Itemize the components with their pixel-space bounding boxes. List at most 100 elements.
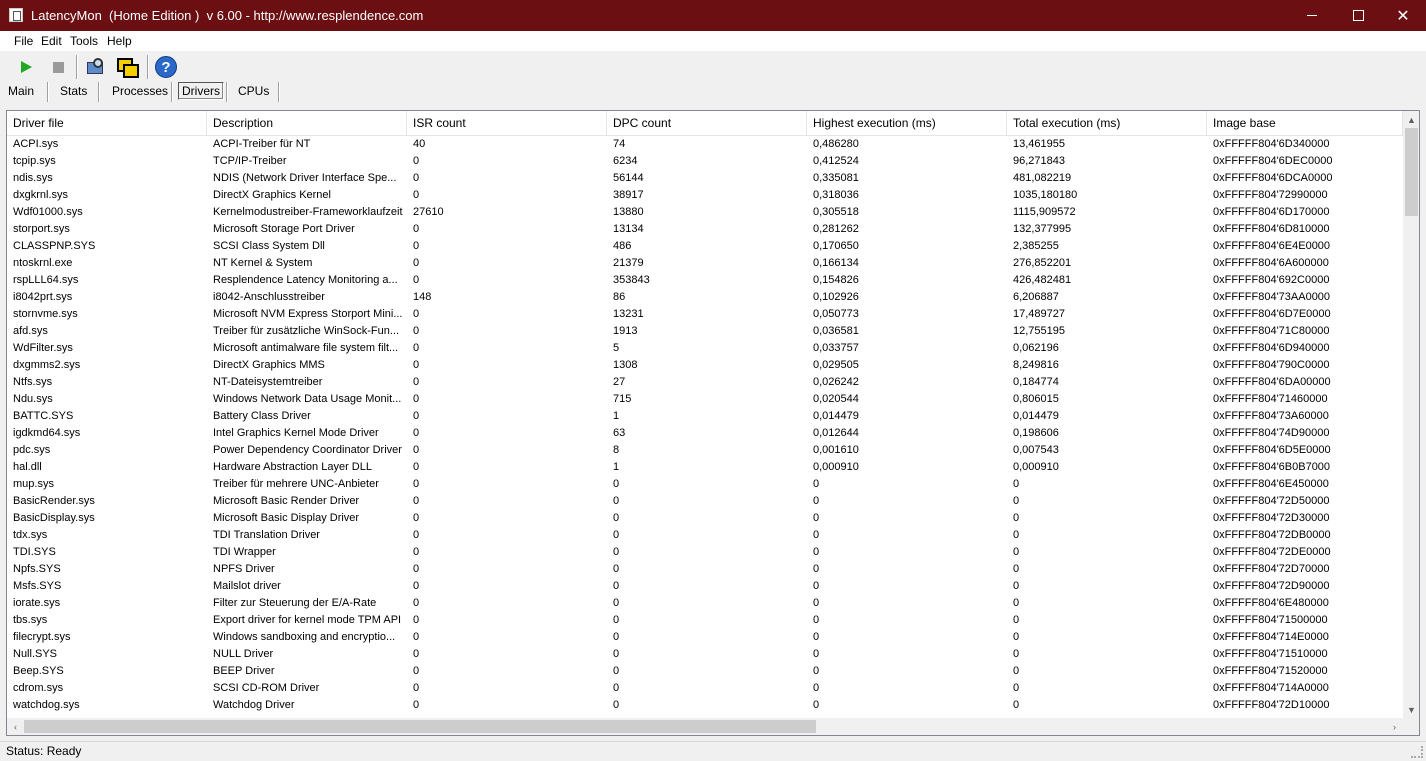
table-row[interactable]: Ntfs.sys NT-Dateisystemtreiber 0 27 0,026242… — [7, 374, 1403, 391]
vertical-scrollbar[interactable]: ▲ ▼ — [1403, 111, 1419, 718]
table-row[interactable]: cdrom.sys SCSI CD-ROM Driver 0 0 0 0 0xFFFFF80… — [7, 680, 1403, 697]
table-cell: 12,755195 — [1013, 325, 1065, 337]
menu-edit[interactable]: Edit — [41, 34, 62, 48]
table-row[interactable]: ntoskrnl.exe NT Kernel & System 0 21379 0,16… — [7, 255, 1403, 272]
table-row[interactable]: TDI.SYS TDI Wrapper 0 0 0 0 0xFFFFF804'72DE000… — [7, 544, 1403, 561]
menu-file[interactable]: File — [14, 34, 33, 48]
table-row[interactable]: Wdf01000.sys Kernelmodustreiber-Framework… — [7, 204, 1403, 221]
table-row[interactable]: ACPI.sys ACPI-Treiber für NT 40 74 0,486280 1… — [7, 136, 1403, 153]
table-row[interactable]: mup.sys Treiber für mehrere UNC-Anbieter 0… — [7, 476, 1403, 493]
table-row[interactable]: igdkmd64.sys Intel Graphics Kernel Mode D… — [7, 425, 1403, 442]
table-cell: TDI Translation Driver — [213, 529, 320, 541]
column-header[interactable]: ISR count — [407, 111, 607, 135]
table-row[interactable]: BasicRender.sys Microsoft Basic Render Dr… — [7, 493, 1403, 510]
table-cell: NDIS (Network Driver Interface Spe... — [213, 172, 397, 184]
table-cell: 27610 — [413, 206, 444, 218]
table-cell: 0xFFFFF804'72990000 — [1213, 189, 1328, 201]
menu-tools[interactable]: Tools — [70, 34, 98, 48]
tab-stats[interactable]: Stats — [60, 84, 87, 98]
table-row[interactable]: WdFilter.sys Microsoft antimalware file s… — [7, 340, 1403, 357]
table-cell: 0 — [1013, 512, 1020, 524]
table-row[interactable]: i8042prt.sys i8042-Anschlusstreiber 148 86 0… — [7, 289, 1403, 306]
table-row[interactable]: BasicDisplay.sys Microsoft Basic Display … — [7, 510, 1403, 527]
tab-processes[interactable]: Processes — [112, 84, 168, 98]
table-row[interactable]: CLASSPNP.SYS SCSI Class System Dll 0 486 0,1… — [7, 238, 1403, 255]
table-row[interactable]: tcpip.sys TCP/IP-Treiber 0 6234 0,412524 96,2… — [7, 153, 1403, 170]
column-header[interactable]: Highest execution (ms) — [807, 111, 1007, 135]
table-row[interactable]: tdx.sys TDI Translation Driver 0 0 0 0 0xFFFFF… — [7, 527, 1403, 544]
status-text: Status: Ready — [6, 744, 82, 758]
table-cell: 0 — [813, 512, 820, 524]
table-cell: 0 — [813, 529, 820, 541]
column-header[interactable]: Total execution (ms) — [1007, 111, 1207, 135]
table-row[interactable]: Ndu.sys Windows Network Data Usage Monit.… — [7, 391, 1403, 408]
table-row[interactable]: Null.SYS NULL Driver 0 0 0 0 0xFFFFF804'715100… — [7, 646, 1403, 663]
table-cell: 486 — [613, 240, 632, 252]
menu-help[interactable]: Help — [107, 34, 132, 48]
tab-drivers[interactable]: Drivers — [178, 82, 224, 100]
explore-button[interactable] — [83, 55, 107, 79]
table-cell: BEEP Driver — [213, 665, 275, 677]
resize-grip-icon[interactable] — [1411, 746, 1423, 758]
table-cell: WdFilter.sys — [13, 342, 73, 354]
windows-icon — [117, 58, 139, 78]
table-row[interactable]: Npfs.SYS NPFS Driver 0 0 0 0 0xFFFFF804'72D700… — [7, 561, 1403, 578]
scroll-left-icon[interactable]: ‹ — [7, 718, 24, 735]
column-header[interactable]: Image base — [1207, 111, 1403, 135]
start-button[interactable] — [14, 55, 38, 79]
table-cell: 40 — [413, 138, 426, 150]
vertical-scroll-thumb[interactable] — [1405, 128, 1418, 216]
column-header[interactable]: DPC count — [607, 111, 807, 135]
windows-button[interactable] — [115, 55, 139, 79]
table-cell: 0xFFFFF804'6DA00000 — [1213, 376, 1331, 388]
table-cell: 0 — [413, 325, 420, 337]
table-cell: 13880 — [613, 206, 644, 218]
table-cell: 0 — [813, 478, 820, 490]
minimize-button[interactable] — [1289, 0, 1335, 31]
table-cell: 0 — [413, 512, 420, 524]
horizontal-scrollbar[interactable]: ‹ › — [7, 718, 1403, 735]
tab-main[interactable]: Main — [8, 84, 34, 98]
table-cell: Filter zur Steuerung der E/A-Rate — [213, 597, 377, 609]
table-cell: BasicDisplay.sys — [13, 512, 95, 524]
scroll-down-icon[interactable]: ▼ — [1403, 701, 1419, 718]
table-row[interactable]: pdc.sys Power Dependency Coordinator Driv… — [7, 442, 1403, 459]
table-row[interactable]: rspLLL64.sys Resplendence Latency Monitor… — [7, 272, 1403, 289]
table-row[interactable]: dxgmms2.sys DirectX Graphics MMS 0 1308 0,02… — [7, 357, 1403, 374]
table-row[interactable]: afd.sys Treiber für zusätzliche WinSock-F… — [7, 323, 1403, 340]
table-row[interactable]: filecrypt.sys Windows sandboxing and encr… — [7, 629, 1403, 646]
table-row[interactable]: ndis.sys NDIS (Network Driver Interface S… — [7, 170, 1403, 187]
horizontal-scroll-thumb[interactable] — [24, 720, 816, 733]
table-row[interactable]: watchdog.sys Watchdog Driver 0 0 0 0 0xFFFFF80… — [7, 697, 1403, 714]
scroll-up-icon[interactable]: ▲ — [1403, 111, 1419, 128]
table-cell: 0 — [413, 427, 420, 439]
help-button[interactable]: ? — [154, 55, 178, 79]
table-cell: 0xFFFFF804'71C80000 — [1213, 325, 1330, 337]
table-row[interactable]: storport.sys Microsoft Storage Port Drive… — [7, 221, 1403, 238]
table-cell: Treiber für mehrere UNC-Anbieter — [213, 478, 379, 490]
table-cell: 0 — [1013, 563, 1020, 575]
drivers-list[interactable]: Driver file Description ISR count DPC count… — [6, 110, 1420, 736]
column-header[interactable]: Description — [207, 111, 407, 135]
close-button[interactable]: ✕ — [1380, 0, 1426, 31]
table-cell: 0 — [813, 580, 820, 592]
table-cell: Microsoft Storage Port Driver — [213, 223, 355, 235]
table-cell: 1308 — [613, 359, 638, 371]
table-cell: Intel Graphics Kernel Mode Driver — [213, 427, 379, 439]
table-row[interactable]: Beep.SYS BEEP Driver 0 0 0 0 0xFFFFF804'715200… — [7, 663, 1403, 680]
table-cell: hal.dll — [13, 461, 42, 473]
stop-button[interactable] — [46, 55, 70, 79]
scroll-right-icon[interactable]: › — [1386, 718, 1403, 735]
maximize-button[interactable] — [1335, 0, 1381, 31]
table-row[interactable]: tbs.sys Export driver for kernel mode TPM… — [7, 612, 1403, 629]
column-header[interactable]: Driver file — [7, 111, 207, 135]
table-row[interactable]: hal.dll Hardware Abstraction Layer DLL 0 1 0… — [7, 459, 1403, 476]
table-cell: 0 — [813, 648, 820, 660]
table-row[interactable]: dxgkrnl.sys DirectX Graphics Kernel 0 38917… — [7, 187, 1403, 204]
table-row[interactable]: BATTC.SYS Battery Class Driver 0 1 0,014479 0… — [7, 408, 1403, 425]
table-row[interactable]: iorate.sys Filter zur Steuerung der E/A-R… — [7, 595, 1403, 612]
table-row[interactable]: stornvme.sys Microsoft NVM Express Storpo… — [7, 306, 1403, 323]
tab-cpus[interactable]: CPUs — [238, 84, 269, 98]
table-row[interactable]: Msfs.SYS Mailslot driver 0 0 0 0 0xFFFFF804'72… — [7, 578, 1403, 595]
table-cell: 426,482481 — [1013, 274, 1072, 286]
